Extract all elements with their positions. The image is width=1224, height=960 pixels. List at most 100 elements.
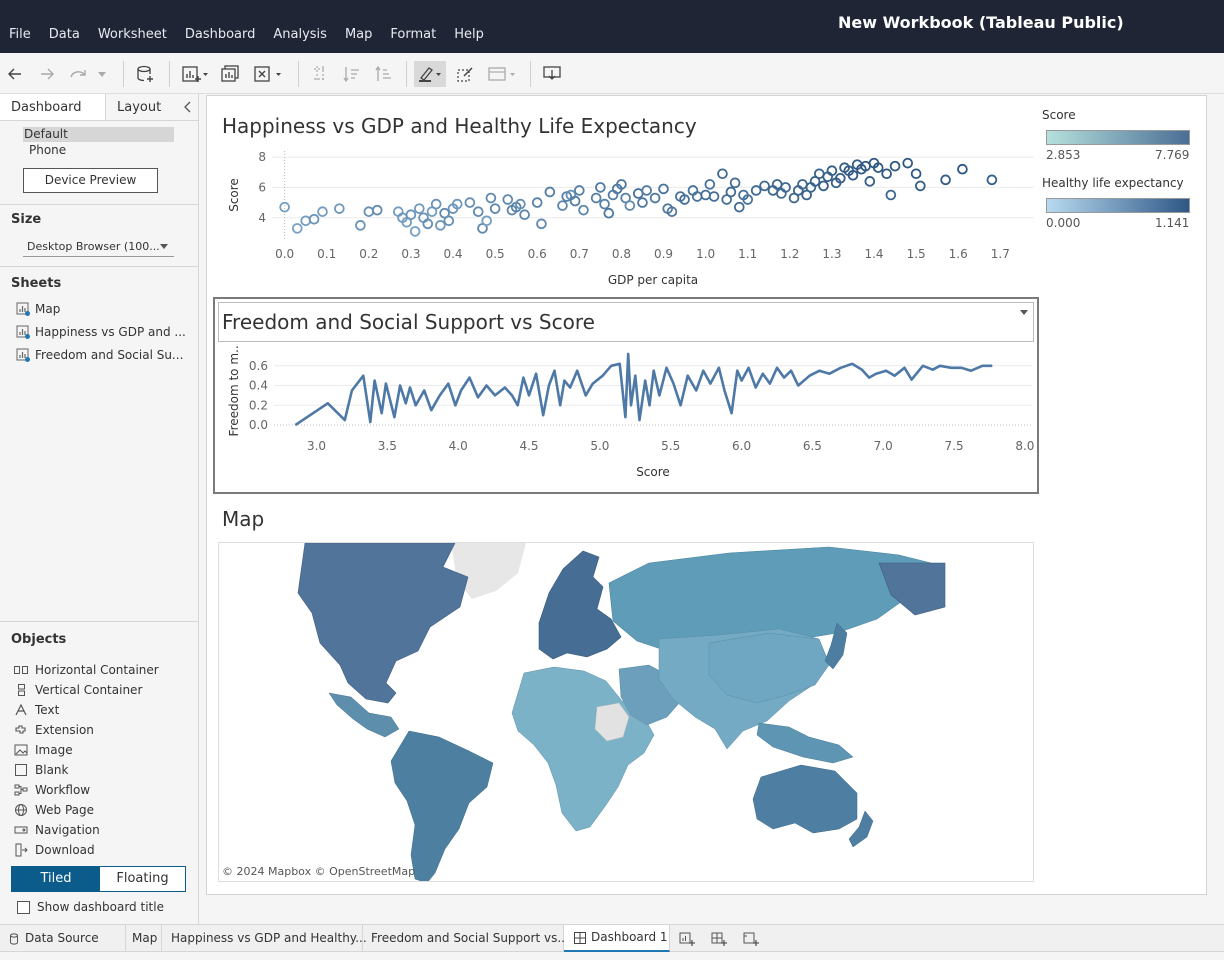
object-download[interactable]: Download — [14, 841, 95, 859]
tab-map[interactable]: Map — [126, 925, 162, 952]
collapse-icon[interactable] — [184, 101, 192, 116]
fit-icon[interactable] — [486, 61, 518, 87]
object-extension[interactable]: Extension — [14, 721, 94, 739]
object-blank[interactable]: Blank — [14, 761, 68, 779]
menu-dashboard[interactable]: Dashboard — [176, 26, 265, 46]
scatter-point — [708, 191, 720, 202]
menu-map[interactable]: Map — [336, 26, 381, 46]
new-data-source-icon[interactable] — [134, 61, 156, 87]
map-title: Map — [222, 507, 265, 531]
x-tick-label: 1.0 — [696, 247, 715, 261]
scatter-point — [818, 180, 829, 192]
x-tick-label: 0.1 — [317, 247, 336, 261]
x-tick-label: 0.7 — [570, 247, 589, 261]
tab-happiness[interactable]: Happiness vs GDP and Healthy... — [162, 925, 367, 952]
object-web-page[interactable]: Web Page — [14, 801, 94, 819]
x-tick-label: 0.4 — [443, 247, 462, 261]
app-title: New Workbook (Tableau Public) — [838, 13, 1124, 32]
object-text[interactable]: Text — [14, 701, 59, 719]
size-dropdown[interactable]: Desktop Browser (100... — [23, 238, 174, 257]
undo-icon[interactable] — [6, 61, 24, 87]
scatter-point — [603, 207, 615, 219]
score-legend-ramp[interactable] — [1046, 130, 1190, 145]
swap-icon[interactable] — [310, 61, 330, 87]
chevron-down-icon[interactable] — [1020, 310, 1028, 315]
menu-worksheet[interactable]: Worksheet — [89, 26, 176, 46]
life-legend-ramp[interactable] — [1046, 198, 1190, 213]
scatter-point — [409, 226, 421, 237]
world-map[interactable] — [218, 542, 1034, 882]
scatter-point — [885, 189, 897, 201]
highlight-icon[interactable] — [414, 61, 446, 87]
x-tick-label: 1.6 — [949, 247, 968, 261]
replay-icon[interactable] — [68, 61, 90, 87]
tab-data-source[interactable]: Data Source — [0, 925, 126, 952]
scatter-point — [334, 203, 345, 214]
object-workflow[interactable]: Workflow — [14, 781, 90, 799]
redo-icon[interactable] — [38, 61, 56, 87]
scatter-point — [813, 168, 825, 180]
tab-label: Data Source — [25, 931, 99, 945]
new-dashboard-tab-icon[interactable] — [704, 925, 734, 952]
floating-button[interactable]: Floating — [100, 867, 185, 891]
menu-data[interactable]: Data — [40, 26, 89, 46]
size-dropdown-value: Desktop Browser (100... — [27, 240, 160, 253]
new-worksheet-icon[interactable] — [180, 61, 210, 87]
x-tick-label: 3.0 — [307, 439, 326, 453]
workflow-icon — [14, 784, 28, 796]
clear-sheet-icon[interactable] — [252, 61, 284, 87]
checkbox[interactable] — [17, 900, 30, 914]
sheet-item-map[interactable]: Map — [16, 300, 60, 318]
tab-layout[interactable]: Layout — [106, 94, 172, 120]
object-navigation[interactable]: Navigation — [14, 821, 100, 839]
new-story-tab-icon[interactable] — [736, 925, 766, 952]
horizontal-container-icon — [14, 666, 28, 674]
extension-icon — [15, 725, 26, 734]
object-label: Navigation — [35, 823, 100, 837]
freedom-line-series — [294, 352, 993, 427]
sort-descending-icon[interactable] — [373, 61, 393, 87]
menu-format[interactable]: Format — [381, 26, 445, 46]
sheet-item-freedom[interactable]: Freedom and Social Su... — [16, 346, 183, 364]
y-tick-label: 6 — [258, 180, 266, 194]
tab-freedom[interactable]: Freedom and Social Support vs... — [363, 925, 569, 952]
scatter-point — [725, 186, 737, 198]
duplicate-sheet-icon[interactable] — [219, 61, 241, 87]
worksheet-icon — [16, 325, 30, 339]
annotate-icon[interactable] — [455, 61, 475, 87]
scatter-chart[interactable]: 4 6 8 0.0 0.1 0.2 0.3 0.4 0.5 0.6 0.7 0.8 0.9 1.0 1.1 1… — [214, 145, 1036, 293]
tiled-button[interactable]: Tiled — [12, 867, 100, 891]
menu-analysis[interactable]: Analysis — [264, 26, 336, 46]
device-default[interactable]: Default — [23, 127, 174, 142]
device-phone[interactable]: Phone — [23, 143, 174, 158]
device-preview-button[interactable]: Device Preview — [23, 168, 158, 193]
scatter-point — [986, 174, 998, 186]
scatter-point — [632, 188, 644, 199]
scatter-point — [544, 186, 556, 198]
show-title-checkbox[interactable]: Show dashboard title — [17, 900, 164, 914]
tab-dashboard-1[interactable]: Dashboard 1 — [564, 925, 670, 952]
sheet-item-happiness[interactable]: Happiness vs GDP and ... — [16, 323, 186, 341]
replay-dropdown-icon[interactable] — [96, 61, 108, 87]
x-tick-label: 7.5 — [945, 439, 964, 453]
object-vertical-container[interactable]: Vertical Container — [14, 681, 142, 699]
tab-dashboard[interactable]: Dashboard — [0, 94, 106, 120]
x-tick-label: 0.6 — [528, 247, 547, 261]
scatter-point — [700, 189, 711, 201]
sheet-item-label: Map — [35, 302, 61, 316]
x-tick-label: 0.8 — [612, 247, 631, 261]
object-horizontal-container[interactable]: Horizontal Container — [14, 661, 159, 679]
new-worksheet-tab-icon[interactable] — [672, 925, 702, 952]
scatter-point — [435, 220, 446, 231]
scatter-point — [464, 197, 476, 208]
map-attribution: © 2024 Mapbox © OpenStreetMap — [222, 865, 416, 878]
line-chart[interactable]: 0.0 0.2 0.4 0.6 3.0 3.5 4.0 4.5 5.0 5.5 6.0 6.5 7.0 7… — [216, 344, 1036, 490]
scatter-point — [485, 192, 497, 204]
menu-file[interactable]: File — [0, 26, 40, 46]
scatter-point — [489, 203, 501, 214]
scatter-point — [430, 198, 442, 210]
object-image[interactable]: Image — [14, 741, 73, 759]
sort-ascending-icon[interactable] — [341, 61, 361, 87]
present-icon[interactable] — [540, 61, 564, 87]
menu-help[interactable]: Help — [445, 26, 493, 46]
